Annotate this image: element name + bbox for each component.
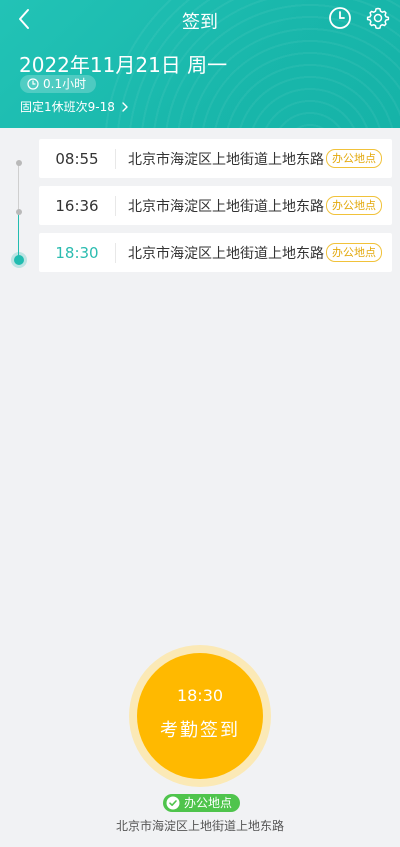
chevron-right-icon: [122, 101, 128, 112]
checkin-label: 考勤签到: [160, 720, 240, 741]
header: 签到 2022年11月21日 周一 0.1小时 固定1休班次9-18: [0, 0, 400, 128]
record-address: 北京市海淀区上地街道上地东路: [128, 198, 324, 215]
timeline-line-active: [18, 212, 19, 259]
date-label: 2022年11月21日 周一: [19, 53, 228, 77]
location-tag: 办公地点: [326, 149, 382, 168]
record-time: 16:36: [55, 196, 99, 215]
checkin-time: 18:30: [176, 686, 224, 705]
current-location: 北京市海淀区上地街道上地东路: [115, 819, 284, 833]
location-tag: 办公地点: [326, 196, 382, 215]
history-clock-icon: [329, 7, 351, 29]
location-badge-text: 办公地点: [184, 796, 233, 810]
record-time: 08:55: [55, 149, 99, 168]
work-hours-text: 0.1小时: [43, 77, 87, 91]
record-address: 北京市海淀区上地街道上地东路: [128, 151, 324, 168]
shift-link[interactable]: 固定1休班次9-18: [20, 98, 129, 115]
timeline-dot: [16, 209, 22, 215]
settings-gear-icon: [366, 7, 390, 30]
location-badge: 办公地点: [163, 794, 241, 812]
timeline-dot-active: [14, 255, 24, 265]
history-button[interactable]: [328, 6, 352, 30]
check-circle-icon: [166, 796, 180, 810]
checkin-record[interactable]: 16:36 北京市海淀区上地街道上地东路 办公地点: [39, 186, 392, 225]
timeline-dot: [16, 160, 22, 166]
location-tag: 办公地点: [326, 243, 382, 262]
record-time: 18:30: [55, 243, 99, 262]
record-address: 北京市海淀区上地街道上地东路: [128, 245, 324, 262]
clock-icon: [27, 78, 39, 90]
settings-button[interactable]: [366, 6, 390, 30]
checkin-button[interactable]: 18:30 考勤签到: [137, 653, 263, 779]
shift-text: 固定1休班次9-18: [20, 100, 115, 114]
checkin-record[interactable]: 08:55 北京市海淀区上地街道上地东路 办公地点: [39, 139, 392, 178]
checkin-record-current[interactable]: 18:30 北京市海淀区上地街道上地东路 办公地点: [39, 233, 392, 272]
work-hours-badge: 0.1小时: [20, 75, 97, 93]
